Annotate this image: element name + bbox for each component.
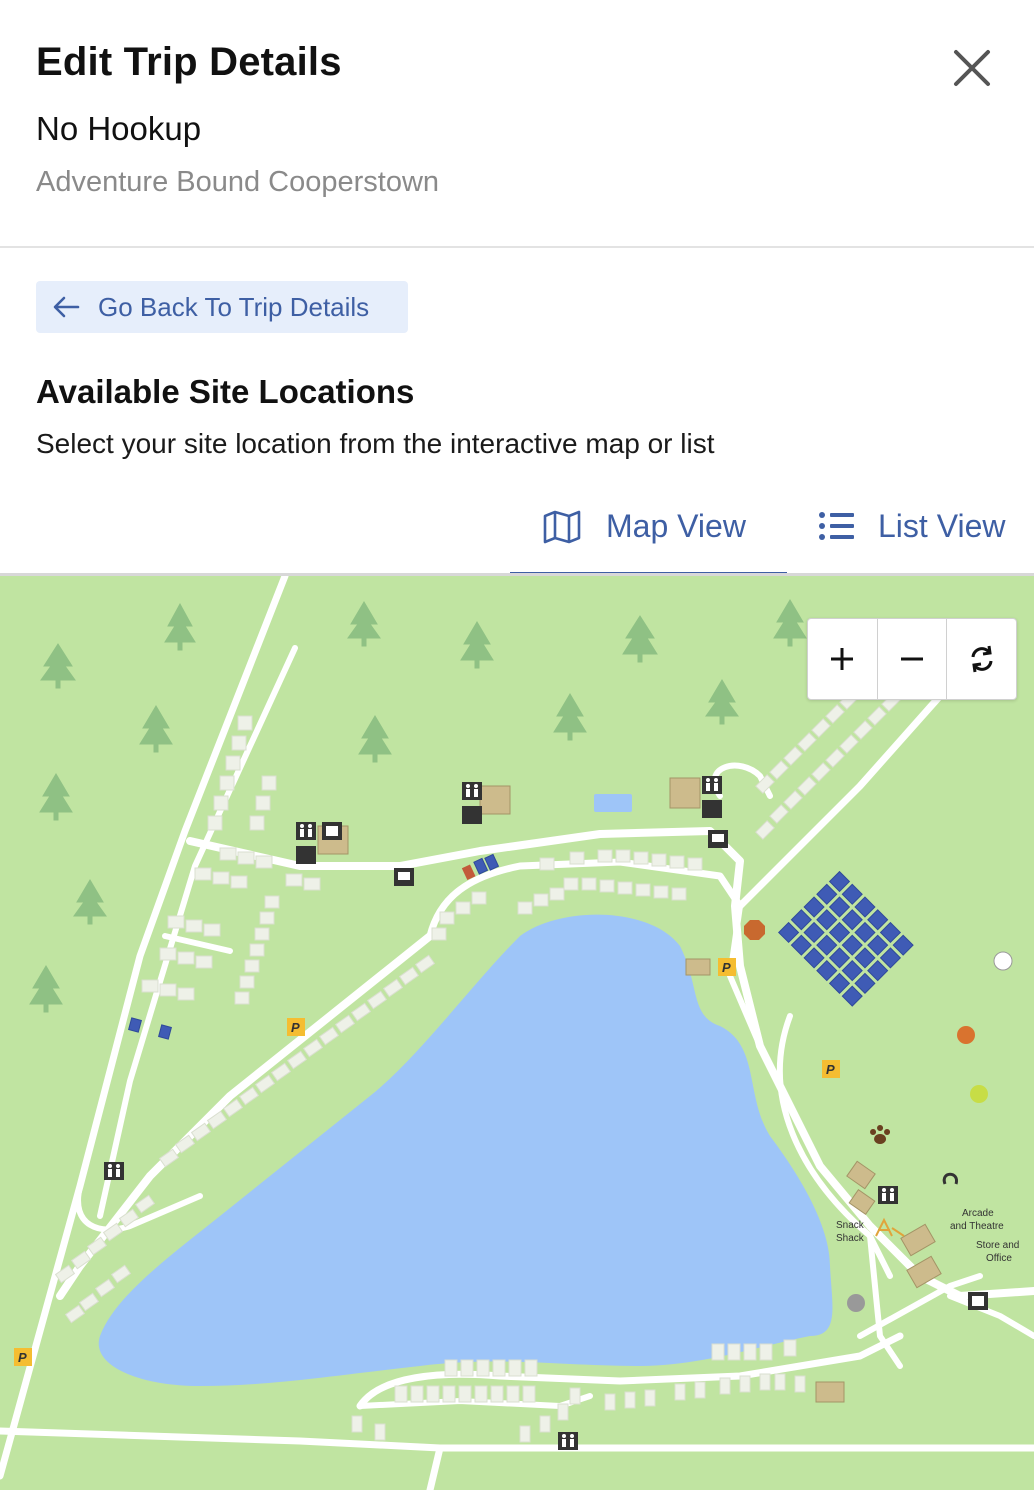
svg-text:P: P	[722, 960, 731, 975]
map-icon	[543, 510, 581, 544]
volleyball-icon	[847, 1294, 865, 1312]
svg-text:and Theatre: and Theatre	[950, 1221, 1004, 1232]
arrow-left-icon	[53, 296, 80, 318]
refresh-icon	[971, 645, 993, 673]
modal-header: Edit Trip Details No Hookup Adventure Bo…	[0, 0, 1034, 248]
go-back-button[interactable]: Go Back To Trip Details	[36, 281, 408, 333]
go-back-label: Go Back To Trip Details	[98, 291, 370, 322]
snack-shack-label: Snack	[836, 1220, 865, 1231]
tab-map-view[interactable]: Map View	[510, 498, 787, 576]
page-title: Edit Trip Details	[36, 40, 342, 84]
zoom-in-button[interactable]	[808, 619, 877, 699]
store-label: Store and	[976, 1240, 1019, 1251]
arcade-label: Arcade	[962, 1208, 994, 1219]
basketball-icon	[957, 1026, 975, 1044]
section-title: Available Site Locations	[36, 373, 415, 410]
section-description: Select your site location from the inter…	[36, 428, 715, 459]
svg-text:Office: Office	[986, 1253, 1012, 1264]
small-pond	[594, 794, 632, 812]
svg-text:P: P	[291, 1020, 300, 1035]
tab-list-view[interactable]: List View	[818, 498, 1018, 576]
tab-list-label: List View	[878, 508, 1006, 544]
minus-icon	[901, 657, 923, 661]
plus-icon	[831, 648, 854, 670]
tab-map-label: Map View	[606, 508, 746, 544]
site-type: No Hookup	[36, 110, 202, 147]
svg-text:P: P	[826, 1062, 835, 1077]
zoom-out-button[interactable]	[876, 619, 947, 699]
campground-map[interactable]: P P P P Snack Shack Arcade and Theatre Sto…	[0, 576, 1034, 1490]
svg-text:Shack: Shack	[836, 1233, 865, 1244]
campground-name: Adventure Bound Cooperstown	[36, 166, 440, 198]
close-icon	[954, 50, 990, 86]
baseball-icon	[993, 951, 1013, 971]
map-zoom-controls	[807, 618, 1017, 700]
stop-sign-icon	[744, 920, 765, 940]
map-canvas[interactable]: P P P P Snack Shack Arcade and Theatre Sto…	[0, 576, 1034, 1490]
reset-map-button[interactable]	[946, 619, 1016, 699]
svg-text:P: P	[18, 1350, 27, 1365]
list-icon	[819, 512, 854, 540]
tennis-icon	[970, 1085, 988, 1103]
close-button[interactable]	[946, 42, 998, 94]
